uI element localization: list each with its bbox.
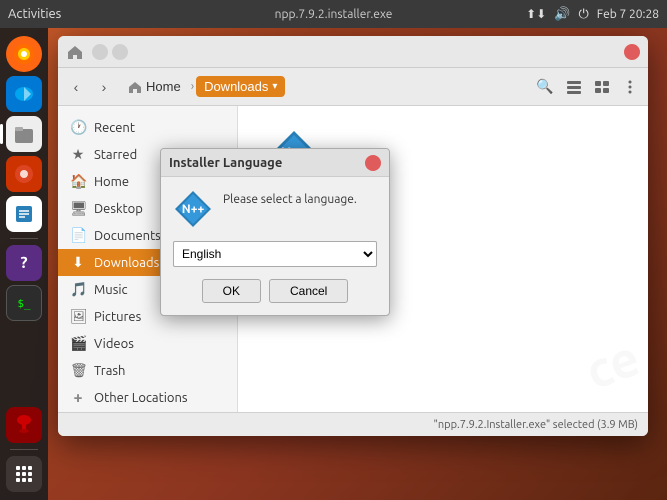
home-icon: [66, 43, 84, 61]
dialog-message: Please select a language.: [223, 189, 357, 206]
location-bar: Home › Downloads ▾: [120, 76, 528, 97]
dialog-titlebar: Installer Language ✕: [161, 149, 389, 177]
svg-text:N++: N++: [182, 203, 205, 216]
search-button[interactable]: 🔍: [532, 74, 558, 100]
desktop-icon: 🖥: [70, 200, 86, 217]
network-icon: ⬆⬇: [526, 7, 546, 21]
recent-icon: 🕐: [70, 119, 86, 136]
dialog-message-row: N++ Please select a language.: [173, 189, 377, 229]
view-more-button[interactable]: [590, 75, 614, 99]
dock: ? $_: [0, 28, 48, 500]
sidebar-item-trash[interactable]: 🗑 Trash: [58, 357, 237, 384]
sidebar-label-downloads: Downloads: [94, 256, 159, 270]
sidebar-label-pictures: Pictures: [94, 310, 141, 324]
dialog-title: Installer Language: [169, 156, 282, 170]
menu-button[interactable]: [618, 75, 642, 99]
forward-button[interactable]: ›: [92, 75, 116, 99]
sidebar-item-other-locations[interactable]: + Other Locations: [58, 384, 237, 412]
activities-label[interactable]: Activities: [8, 7, 61, 21]
sidebar-label-home: Home: [94, 175, 129, 189]
datetime-label: Feb 7 20:28: [597, 8, 659, 21]
thunderbird-icon[interactable]: [6, 76, 42, 112]
home-crumb-label: Home: [146, 79, 181, 94]
app-grid-icon[interactable]: [6, 456, 42, 492]
power-icon[interactable]: ⏻: [578, 7, 588, 22]
ok-button[interactable]: OK: [202, 279, 261, 303]
minimize-button[interactable]: −: [92, 44, 108, 60]
back-button[interactable]: ‹: [64, 75, 88, 99]
watermark: ce: [578, 329, 646, 400]
crumb-dropdown-icon: ▾: [272, 81, 277, 92]
downloads-crumb[interactable]: Downloads ▾: [196, 76, 285, 97]
home-crumb[interactable]: Home: [120, 76, 189, 97]
dialog-body: N++ Please select a language. English Fr…: [161, 177, 389, 315]
pictures-icon: 🖼: [70, 308, 86, 325]
music-icon: 🎵: [70, 281, 86, 298]
wine-icon[interactable]: [6, 407, 42, 443]
window-title: npp.7.9.2.installer.exe: [275, 8, 393, 21]
firefox-icon[interactable]: [6, 36, 42, 72]
help-icon[interactable]: ?: [6, 245, 42, 281]
toolbar: ‹ › Home › Downloads ▾ 🔍: [58, 68, 648, 106]
documents-icon: 📄: [70, 227, 86, 244]
maximize-button[interactable]: □: [112, 44, 128, 60]
starred-icon: ★: [70, 146, 86, 163]
files-icon[interactable]: [6, 116, 42, 152]
status-text: "npp.7.9.2.Installer.exe" selected (3.9 …: [434, 419, 639, 431]
trash-icon: 🗑: [70, 362, 86, 379]
videos-icon: 🎬: [70, 335, 86, 352]
view-list-button[interactable]: [562, 75, 586, 99]
sidebar-label-other-locations: Other Locations: [94, 391, 188, 405]
sidebar-label-trash: Trash: [94, 364, 125, 378]
top-bar: Activities npp.7.9.2.installer.exe ⬆⬇ 🔊 …: [0, 0, 667, 28]
downloads-icon: ⬇: [70, 254, 86, 271]
installer-language-dialog: Installer Language ✕ N++ Please select a…: [160, 148, 390, 316]
sidebar-label-documents: Documents: [94, 229, 161, 243]
close-button[interactable]: ✕: [624, 44, 640, 60]
sidebar-label-videos: Videos: [94, 337, 134, 351]
speaker-icon[interactable]: 🔊: [554, 7, 570, 22]
terminal-icon[interactable]: $_: [6, 285, 42, 321]
home-sidebar-icon: 🏠: [70, 173, 86, 190]
sidebar-item-recent[interactable]: 🕐 Recent: [58, 114, 237, 141]
downloads-crumb-label: Downloads: [204, 79, 268, 94]
libreoffice-icon[interactable]: [6, 196, 42, 232]
desktop: ? $_ − □ ✕ ‹ ›: [0, 28, 667, 500]
dialog-close-button[interactable]: ✕: [365, 155, 381, 171]
other-locations-icon: +: [70, 389, 86, 407]
sidebar-label-recent: Recent: [94, 121, 135, 135]
crumb-separator: ›: [191, 80, 194, 93]
language-select[interactable]: English French German Spanish Chinese Ja…: [173, 241, 377, 267]
sidebar-label-music: Music: [94, 283, 128, 297]
sidebar-label-starred: Starred: [94, 148, 137, 162]
status-bar: "npp.7.9.2.Installer.exe" selected (3.9 …: [58, 412, 648, 436]
sidebar-item-videos[interactable]: 🎬 Videos: [58, 330, 237, 357]
cancel-button[interactable]: Cancel: [269, 279, 348, 303]
rhythmbox-icon[interactable]: [6, 156, 42, 192]
sidebar-label-desktop: Desktop: [94, 202, 143, 216]
dialog-buttons: OK Cancel: [173, 279, 377, 303]
titlebar: − □ ✕: [58, 36, 648, 68]
dialog-logo: N++: [173, 189, 213, 229]
